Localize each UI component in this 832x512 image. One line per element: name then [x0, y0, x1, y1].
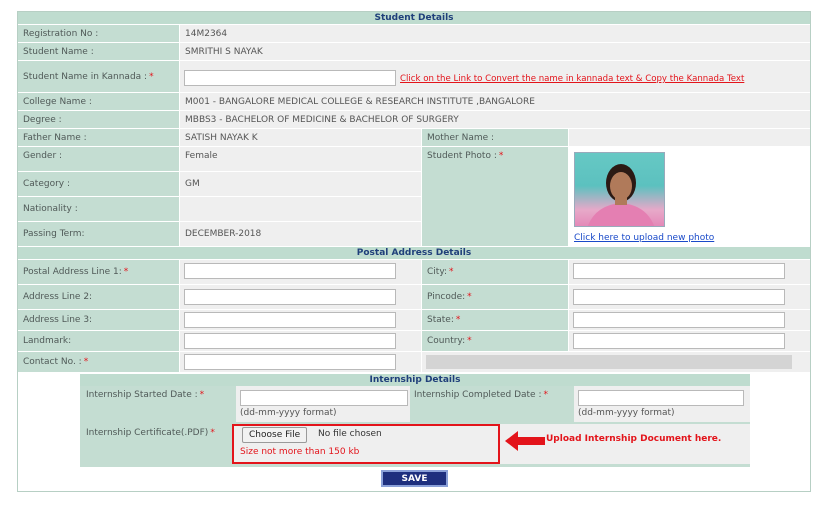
student-details-header: Student Details	[18, 12, 810, 24]
required-mark: *	[83, 357, 89, 367]
address-line1-label: Postal Address Line 1: *	[18, 260, 179, 284]
size-limit-note: Size not more than 150 kb	[240, 447, 360, 457]
state-label-text: State:	[427, 315, 454, 325]
state-label: State: *	[422, 310, 568, 330]
nationality-label: Nationality :	[18, 197, 179, 221]
registration-no-label: Registration No :	[18, 25, 179, 42]
landmark-input[interactable]	[184, 333, 396, 349]
country-input[interactable]	[573, 333, 785, 349]
student-photo-label-text: Student Photo :	[427, 151, 497, 161]
internship-certificate-label-text: Internship Certificate(.PDF)	[86, 428, 209, 438]
internship-completed-label: Internship Completed Date : *	[414, 390, 548, 400]
internship-started-input[interactable]	[240, 390, 408, 406]
category-label: Category :	[18, 172, 179, 196]
passing-term-label: Passing Term:	[18, 222, 179, 246]
pincode-label-text: Pincode:	[427, 292, 466, 302]
postal-address-header: Postal Address Details	[18, 247, 810, 259]
contact-no-input[interactable]	[184, 354, 396, 370]
father-name-label: Father Name :	[18, 129, 179, 146]
required-mark: *	[149, 71, 154, 82]
college-name-label: College Name :	[18, 93, 179, 110]
pincode-input[interactable]	[573, 289, 785, 305]
choose-file-button[interactable]: Choose File	[242, 427, 308, 443]
required-mark: *	[467, 336, 472, 346]
student-name-value: SMRITHI S NAYAK	[180, 43, 810, 60]
save-button[interactable]: SAVE	[381, 470, 448, 487]
pincode-label: Pincode: *	[422, 285, 568, 309]
father-name-value: SATISH NAYAK K	[180, 129, 421, 146]
address-line1-input[interactable]	[184, 263, 396, 279]
mother-name-label: Mother Name :	[422, 129, 568, 146]
category-value: GM	[180, 172, 421, 196]
internship-details-header: Internship Details	[80, 374, 750, 386]
internship-started-format: (dd-mm-yyyy format)	[240, 408, 337, 418]
mother-name-value	[569, 129, 810, 146]
internship-started-label: Internship Started Date : *	[86, 390, 204, 400]
student-photo-icon	[587, 164, 655, 226]
internship-started-label-text: Internship Started Date :	[86, 390, 198, 400]
address-line3-input[interactable]	[184, 312, 396, 328]
required-mark: *	[498, 151, 504, 161]
country-label: Country: *	[422, 331, 568, 351]
degree-label: Degree :	[18, 111, 179, 128]
city-label: City: *	[422, 260, 568, 284]
address-line2-label: Address Line 2:	[18, 285, 179, 309]
required-mark: *	[123, 267, 129, 277]
student-photo-label: Student Photo : *	[422, 147, 568, 246]
kannada-convert-link[interactable]: Click on the Link to Convert the name in…	[400, 74, 744, 84]
country-label-text: Country:	[427, 336, 466, 346]
landmark-label: Landmark:	[18, 331, 179, 351]
address-line3-label: Address Line 3:	[18, 310, 179, 330]
required-mark: *	[543, 390, 549, 400]
address-line1-label-text: Postal Address Line 1:	[23, 267, 122, 277]
registration-no-value: 14M2364	[180, 25, 810, 42]
internship-certificate-label: Internship Certificate(.PDF) *	[86, 428, 215, 438]
address-line2-input[interactable]	[184, 289, 396, 305]
passing-term-value: DECEMBER-2018	[180, 222, 421, 246]
student-name-label: Student Name :	[18, 43, 179, 60]
state-input[interactable]	[573, 312, 785, 328]
internship-completed-label-text: Internship Completed Date :	[414, 390, 542, 400]
contact-no-label-text: Contact No. :	[23, 357, 82, 367]
upload-annotation: Upload Internship Document here.	[546, 434, 722, 444]
upload-photo-link[interactable]: Click here to upload new photo	[574, 233, 714, 243]
no-file-text: No file chosen	[318, 429, 382, 439]
required-mark: *	[449, 267, 454, 277]
student-photo-image	[574, 152, 665, 227]
internship-completed-format: (dd-mm-yyyy format)	[578, 408, 675, 418]
city-label-text: City:	[427, 267, 448, 277]
red-arrow-icon	[505, 431, 545, 451]
gender-label: Gender :	[18, 147, 179, 171]
degree-value: MBBS3 - BACHELOR OF MEDICINE & BACHELOR …	[180, 111, 810, 128]
city-input[interactable]	[573, 263, 785, 279]
disabled-field	[426, 355, 792, 369]
kannada-name-input[interactable]	[184, 70, 396, 86]
kannada-name-label: Student Name in Kannada : *	[18, 61, 179, 92]
contact-no-label: Contact No. : *	[18, 352, 179, 372]
nationality-value	[180, 197, 421, 221]
gender-value: Female	[180, 147, 421, 171]
internship-completed-input[interactable]	[578, 390, 744, 406]
kannada-name-label-text: Student Name in Kannada :	[23, 71, 148, 82]
required-mark: *	[467, 292, 472, 302]
required-mark: *	[199, 390, 205, 400]
required-mark: *	[210, 428, 215, 438]
college-name-value: M001 - BANGALORE MEDICAL COLLEGE & RESEA…	[180, 93, 810, 110]
required-mark: *	[455, 315, 461, 325]
